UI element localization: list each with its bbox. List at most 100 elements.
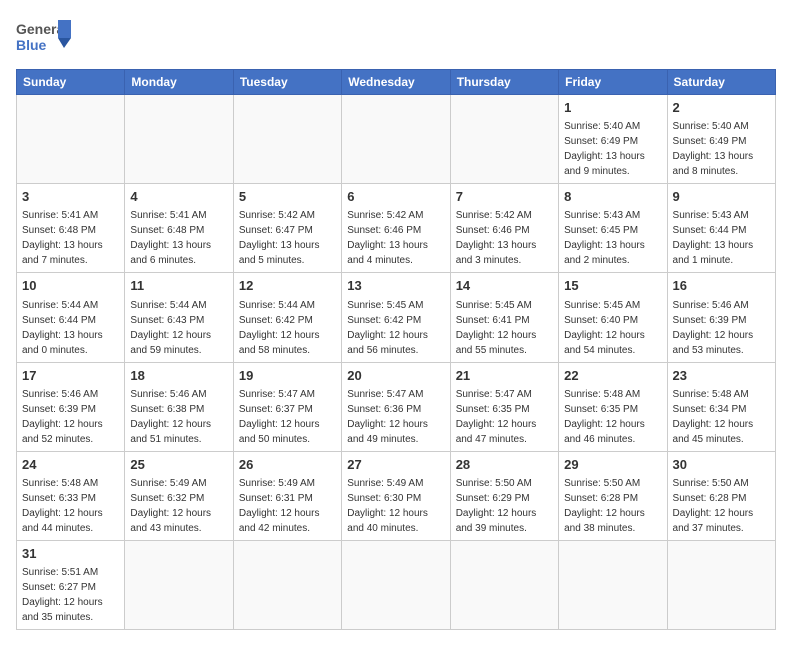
day-number: 21	[456, 367, 553, 385]
calendar-cell: 7Sunrise: 5:42 AM Sunset: 6:46 PM Daylig…	[450, 184, 558, 273]
calendar-cell: 17Sunrise: 5:46 AM Sunset: 6:39 PM Dayli…	[17, 362, 125, 451]
day-number: 27	[347, 456, 444, 474]
calendar-cell	[17, 95, 125, 184]
day-info: Sunrise: 5:44 AM Sunset: 6:43 PM Dayligh…	[130, 298, 227, 358]
calendar-cell: 15Sunrise: 5:45 AM Sunset: 6:40 PM Dayli…	[559, 273, 667, 362]
day-number: 6	[347, 188, 444, 206]
day-number: 11	[130, 277, 227, 295]
day-number: 29	[564, 456, 661, 474]
calendar-cell: 4 Sunrise: 5:41 AM Sunset: 6:48 PM Daylig…	[125, 184, 233, 273]
day-number: 18	[130, 367, 227, 385]
calendar-cell	[450, 540, 558, 629]
day-info: Sunrise: 5:46 AM Sunset: 6:39 PM Dayligh…	[673, 298, 770, 358]
week-row-2: 3 Sunrise: 5:41 AM Sunset: 6:48 PM Daylig…	[17, 184, 776, 273]
day-number: 3	[22, 188, 119, 206]
calendar-cell: 2Sunrise: 5:40 AM Sunset: 6:49 PM Daylig…	[667, 95, 775, 184]
calendar-cell: 30 Sunrise: 5:50 AM Sunset: 6:28 PM Dayli…	[667, 451, 775, 540]
day-info: Sunrise: 5:49 AM Sunset: 6:30 PM Dayligh…	[347, 476, 444, 536]
calendar-cell	[125, 540, 233, 629]
day-number: 24	[22, 456, 119, 474]
day-number: 25	[130, 456, 227, 474]
weekday-header-row: SundayMondayTuesdayWednesdayThursdayFrid…	[17, 70, 776, 95]
day-number: 9	[673, 188, 770, 206]
day-number: 15	[564, 277, 661, 295]
day-info: Sunrise: 5:50 AM Sunset: 6:28 PM Dayligh…	[673, 476, 770, 536]
day-number: 10	[22, 277, 119, 295]
day-number: 20	[347, 367, 444, 385]
weekday-header-monday: Monday	[125, 70, 233, 95]
day-info: Sunrise: 5:41 AM Sunset: 6:48 PM Dayligh…	[22, 208, 119, 268]
calendar-cell: 27 Sunrise: 5:49 AM Sunset: 6:30 PM Dayli…	[342, 451, 450, 540]
day-info: Sunrise: 5:40 AM Sunset: 6:49 PM Dayligh…	[564, 119, 661, 179]
calendar-cell: 19 Sunrise: 5:47 AM Sunset: 6:37 PM Dayli…	[233, 362, 341, 451]
calendar-cell: 20 Sunrise: 5:47 AM Sunset: 6:36 PM Dayli…	[342, 362, 450, 451]
calendar-cell: 16Sunrise: 5:46 AM Sunset: 6:39 PM Dayli…	[667, 273, 775, 362]
week-row-5: 24Sunrise: 5:48 AM Sunset: 6:33 PM Dayli…	[17, 451, 776, 540]
calendar-cell: 1 Sunrise: 5:40 AM Sunset: 6:49 PM Daylig…	[559, 95, 667, 184]
day-number: 23	[673, 367, 770, 385]
svg-text:Blue: Blue	[16, 37, 47, 53]
day-number: 1	[564, 99, 661, 117]
calendar-cell: 14Sunrise: 5:45 AM Sunset: 6:41 PM Dayli…	[450, 273, 558, 362]
calendar-cell: 26Sunrise: 5:49 AM Sunset: 6:31 PM Dayli…	[233, 451, 341, 540]
day-info: Sunrise: 5:43 AM Sunset: 6:45 PM Dayligh…	[564, 208, 661, 268]
calendar-cell: 9 Sunrise: 5:43 AM Sunset: 6:44 PM Daylig…	[667, 184, 775, 273]
day-info: Sunrise: 5:40 AM Sunset: 6:49 PM Dayligh…	[673, 119, 770, 179]
week-row-1: 1 Sunrise: 5:40 AM Sunset: 6:49 PM Daylig…	[17, 95, 776, 184]
day-number: 26	[239, 456, 336, 474]
day-info: Sunrise: 5:41 AM Sunset: 6:48 PM Dayligh…	[130, 208, 227, 268]
day-number: 22	[564, 367, 661, 385]
day-info: Sunrise: 5:50 AM Sunset: 6:29 PM Dayligh…	[456, 476, 553, 536]
day-info: Sunrise: 5:45 AM Sunset: 6:42 PM Dayligh…	[347, 298, 444, 358]
calendar-cell: 5 Sunrise: 5:42 AM Sunset: 6:47 PM Daylig…	[233, 184, 341, 273]
day-info: Sunrise: 5:50 AM Sunset: 6:28 PM Dayligh…	[564, 476, 661, 536]
weekday-header-friday: Friday	[559, 70, 667, 95]
calendar-cell: 8 Sunrise: 5:43 AM Sunset: 6:45 PM Daylig…	[559, 184, 667, 273]
calendar-cell: 12 Sunrise: 5:44 AM Sunset: 6:42 PM Dayli…	[233, 273, 341, 362]
calendar-cell: 22Sunrise: 5:48 AM Sunset: 6:35 PM Dayli…	[559, 362, 667, 451]
day-info: Sunrise: 5:45 AM Sunset: 6:41 PM Dayligh…	[456, 298, 553, 358]
day-info: Sunrise: 5:47 AM Sunset: 6:37 PM Dayligh…	[239, 387, 336, 447]
calendar-cell	[125, 95, 233, 184]
calendar-cell: 28 Sunrise: 5:50 AM Sunset: 6:29 PM Dayli…	[450, 451, 558, 540]
calendar-cell: 25 Sunrise: 5:49 AM Sunset: 6:32 PM Dayli…	[125, 451, 233, 540]
calendar-cell: 3 Sunrise: 5:41 AM Sunset: 6:48 PM Daylig…	[17, 184, 125, 273]
day-number: 7	[456, 188, 553, 206]
calendar-cell: 24Sunrise: 5:48 AM Sunset: 6:33 PM Dayli…	[17, 451, 125, 540]
calendar-cell	[450, 95, 558, 184]
day-info: Sunrise: 5:51 AM Sunset: 6:27 PM Dayligh…	[22, 565, 119, 625]
day-info: Sunrise: 5:49 AM Sunset: 6:32 PM Dayligh…	[130, 476, 227, 536]
day-number: 19	[239, 367, 336, 385]
week-row-3: 10Sunrise: 5:44 AM Sunset: 6:44 PM Dayli…	[17, 273, 776, 362]
weekday-header-tuesday: Tuesday	[233, 70, 341, 95]
day-info: Sunrise: 5:44 AM Sunset: 6:42 PM Dayligh…	[239, 298, 336, 358]
day-number: 28	[456, 456, 553, 474]
calendar-cell	[342, 540, 450, 629]
day-info: Sunrise: 5:42 AM Sunset: 6:47 PM Dayligh…	[239, 208, 336, 268]
calendar-cell	[233, 95, 341, 184]
weekday-header-thursday: Thursday	[450, 70, 558, 95]
day-number: 31	[22, 545, 119, 563]
calendar-cell: 18Sunrise: 5:46 AM Sunset: 6:38 PM Dayli…	[125, 362, 233, 451]
day-number: 13	[347, 277, 444, 295]
week-row-4: 17Sunrise: 5:46 AM Sunset: 6:39 PM Dayli…	[17, 362, 776, 451]
day-number: 17	[22, 367, 119, 385]
day-info: Sunrise: 5:43 AM Sunset: 6:44 PM Dayligh…	[673, 208, 770, 268]
day-number: 12	[239, 277, 336, 295]
weekday-header-wednesday: Wednesday	[342, 70, 450, 95]
calendar-cell: 21Sunrise: 5:47 AM Sunset: 6:35 PM Dayli…	[450, 362, 558, 451]
calendar-cell: 11 Sunrise: 5:44 AM Sunset: 6:43 PM Dayli…	[125, 273, 233, 362]
day-number: 30	[673, 456, 770, 474]
calendar-cell	[233, 540, 341, 629]
weekday-header-sunday: Sunday	[17, 70, 125, 95]
day-info: Sunrise: 5:48 AM Sunset: 6:34 PM Dayligh…	[673, 387, 770, 447]
general-blue-logo-icon: GeneralBlue	[16, 16, 76, 61]
calendar-cell: 10Sunrise: 5:44 AM Sunset: 6:44 PM Dayli…	[17, 273, 125, 362]
day-info: Sunrise: 5:42 AM Sunset: 6:46 PM Dayligh…	[347, 208, 444, 268]
page-header: GeneralBlue	[16, 16, 776, 61]
day-info: Sunrise: 5:47 AM Sunset: 6:36 PM Dayligh…	[347, 387, 444, 447]
day-number: 4	[130, 188, 227, 206]
calendar-cell: 29 Sunrise: 5:50 AM Sunset: 6:28 PM Dayli…	[559, 451, 667, 540]
day-number: 5	[239, 188, 336, 206]
day-number: 8	[564, 188, 661, 206]
